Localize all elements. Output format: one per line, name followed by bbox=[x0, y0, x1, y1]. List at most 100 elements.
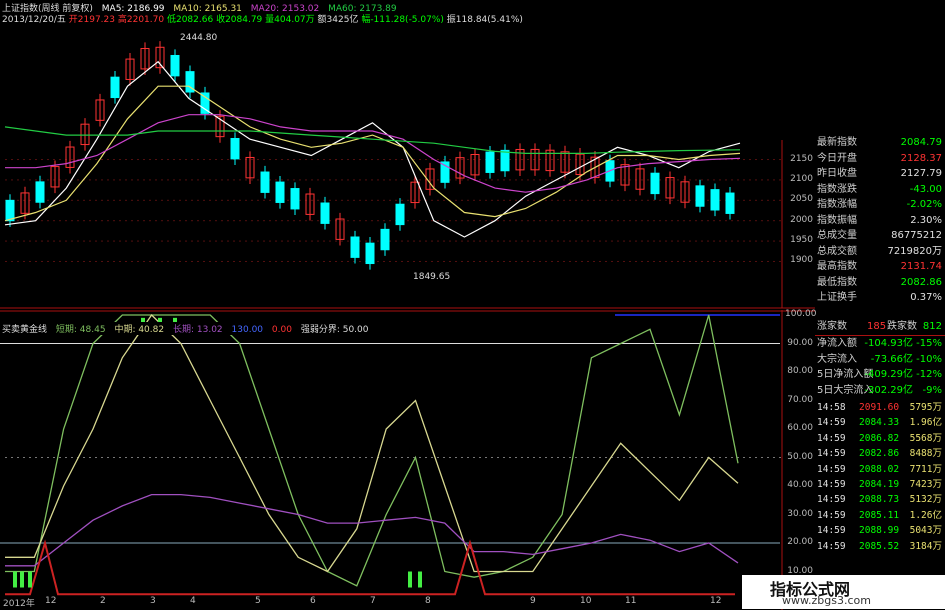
tick-time: 14:59 bbox=[817, 432, 846, 444]
tick-row: 14:58 2091.60 5795万 bbox=[815, 400, 945, 415]
osc-axis-tick: 80.00 bbox=[787, 366, 813, 376]
tick-row: 14:59 2085.11 1.26亿 bbox=[815, 508, 945, 523]
ohlc-header: 2013/12/20/五 开2197.23 高2201.70 低2082.66 … bbox=[2, 12, 529, 25]
tick-price: 2088.73 bbox=[859, 494, 900, 506]
candle-body bbox=[380, 228, 390, 251]
time-axis-label: 7 bbox=[370, 596, 376, 606]
quote-label: 今日开盘 bbox=[817, 152, 857, 164]
time-axis-label: 3 bbox=[150, 596, 156, 606]
tick-price: 2082.86 bbox=[859, 448, 900, 460]
osc-axis-tick: 90.00 bbox=[787, 337, 813, 348]
flow-pct: -9% bbox=[922, 384, 942, 396]
signal-marker bbox=[13, 571, 17, 588]
tick-price: 2084.19 bbox=[859, 478, 900, 490]
time-axis-label: 4 bbox=[190, 596, 196, 606]
tick-price: 2088.99 bbox=[859, 525, 900, 537]
extra2-label: 0.00 bbox=[271, 325, 292, 335]
tick-time: 14:58 bbox=[817, 402, 846, 413]
quote-label: 指数振幅 bbox=[817, 214, 857, 226]
time-axis-label: 8 bbox=[425, 596, 431, 606]
quote-row: 总成交额 7219820万 bbox=[815, 244, 945, 260]
candle-body bbox=[695, 185, 705, 207]
flow-pct: -10% bbox=[916, 353, 942, 365]
quote-label: 昨日收盘 bbox=[817, 168, 857, 179]
osc-line-长期 bbox=[5, 493, 739, 567]
quote-row: 指数振幅 2.30% bbox=[815, 213, 945, 229]
indicator-name[interactable]: 买卖黄金线 bbox=[2, 325, 47, 335]
candle-body bbox=[395, 203, 405, 226]
price-axis-tick: 1900 bbox=[790, 255, 813, 266]
tick-time: 14:59 bbox=[817, 525, 846, 537]
short-label: 短期: 48.45 bbox=[55, 325, 106, 335]
quote-row: 总成交量 86775212 bbox=[815, 228, 945, 244]
tick-price: 2091.60 bbox=[859, 402, 900, 413]
candle-body bbox=[110, 76, 120, 99]
quote-label: 总成交量 bbox=[817, 230, 857, 241]
tick-row: 14:59 2088.02 7711万 bbox=[815, 462, 945, 477]
candle-body bbox=[200, 92, 210, 114]
oscillator-chart bbox=[0, 310, 815, 610]
time-axis-label: 9 bbox=[530, 596, 536, 606]
tick-volume: 5795万 bbox=[909, 402, 942, 413]
quote-row: 昨日收盘 2127.79 bbox=[815, 166, 945, 182]
flow-row: 5日大宗流入 -302.29亿 -9% bbox=[815, 383, 945, 399]
candle-body bbox=[650, 172, 660, 195]
quote-row: 上证换手 0.37% bbox=[815, 290, 945, 306]
price-axis-tick: 2000 bbox=[790, 214, 813, 225]
quote-label: 最高指数 bbox=[817, 261, 857, 272]
tick-row: 14:59 2082.86 8488万 bbox=[815, 446, 945, 461]
osc-axis-tick: 20.00 bbox=[787, 537, 813, 547]
tick-time: 14:59 bbox=[817, 540, 846, 552]
time-axis-label: 5 bbox=[255, 596, 261, 606]
candle-body bbox=[725, 192, 735, 214]
tick-time: 14:59 bbox=[817, 417, 846, 429]
price-high-annotation: 2444.80 bbox=[180, 33, 218, 43]
time-axis-label: 6 bbox=[310, 596, 316, 606]
flow-value: -104.93亿 bbox=[864, 338, 913, 349]
tick-row: 14:59 2088.73 5132万 bbox=[815, 492, 945, 507]
up-count: 185 bbox=[867, 321, 887, 332]
time-axis-label: 2012年 bbox=[3, 599, 35, 609]
tick-row: 14:59 2084.19 7423万 bbox=[815, 477, 945, 492]
updown-row: 涨家数 185 跌家数 812 bbox=[815, 319, 945, 336]
signal-marker bbox=[20, 571, 24, 588]
quote-value: 2131.74 bbox=[900, 261, 942, 272]
bar-close: 收2084.79 bbox=[216, 15, 263, 25]
quote-panel: 最新指数 2084.79 今日开盘 2128.37 昨日收盘 2127.79 指数涨跌 -43… bbox=[815, 135, 945, 306]
tick-volume: 5132万 bbox=[909, 494, 942, 506]
tick-row: 14:59 2086.82 5568万 bbox=[815, 431, 945, 446]
quote-value: -2.02% bbox=[906, 199, 942, 210]
osc-axis-tick: 50.00 bbox=[787, 451, 813, 462]
tick-price: 2086.82 bbox=[859, 432, 900, 444]
time-axis-label: 11 bbox=[625, 596, 637, 606]
bar-low: 低2082.66 bbox=[166, 15, 214, 25]
candle-body bbox=[365, 242, 375, 265]
bar-high: 高2201.70 bbox=[117, 15, 165, 25]
flow-label: 净流入额 bbox=[817, 338, 857, 349]
quote-row: 指数涨幅 -2.02% bbox=[815, 197, 945, 213]
mid-label: 中期: 40.82 bbox=[114, 325, 165, 335]
tick-volume: 8488万 bbox=[909, 448, 942, 460]
split-label: 强弱分界: 50.00 bbox=[300, 325, 369, 335]
quote-value: -43.00 bbox=[909, 183, 942, 195]
quote-label: 总成交额 bbox=[817, 245, 857, 257]
quote-value: 2128.37 bbox=[900, 152, 942, 164]
bar-date: 2013/12/20/五 bbox=[2, 15, 66, 25]
tick-panel[interactable]: 14:58 2091.60 5795万 14:59 2084.33 1.96亿 14:59 2… bbox=[815, 400, 945, 575]
tick-time: 14:59 bbox=[817, 478, 846, 490]
osc-axis-tick: 10.00 bbox=[787, 565, 813, 576]
up-count-label: 涨家数 bbox=[817, 321, 847, 332]
flow-row: 5日净流入额 -409.29亿 -12% bbox=[815, 367, 945, 383]
candle-body bbox=[485, 151, 495, 173]
quote-label: 最低指数 bbox=[817, 276, 857, 288]
osc-axis-tick: 60.00 bbox=[787, 423, 813, 433]
tick-volume: 3184万 bbox=[909, 540, 942, 552]
quote-label: 指数涨跌 bbox=[817, 183, 857, 195]
bar-volume: 量404.07万 bbox=[265, 15, 315, 25]
bar-amount: 额3425亿 bbox=[317, 15, 359, 25]
quote-row: 今日开盘 2128.37 bbox=[815, 151, 945, 167]
price-axis-tick: 2150 bbox=[790, 153, 813, 164]
indicator-header: 买卖黄金线 短期: 48.45 中期: 40.82 长期: 13.02 130.… bbox=[2, 322, 375, 335]
price-axis-tick: 2100 bbox=[790, 173, 813, 184]
down-count-label: 跌家数 bbox=[887, 321, 917, 332]
